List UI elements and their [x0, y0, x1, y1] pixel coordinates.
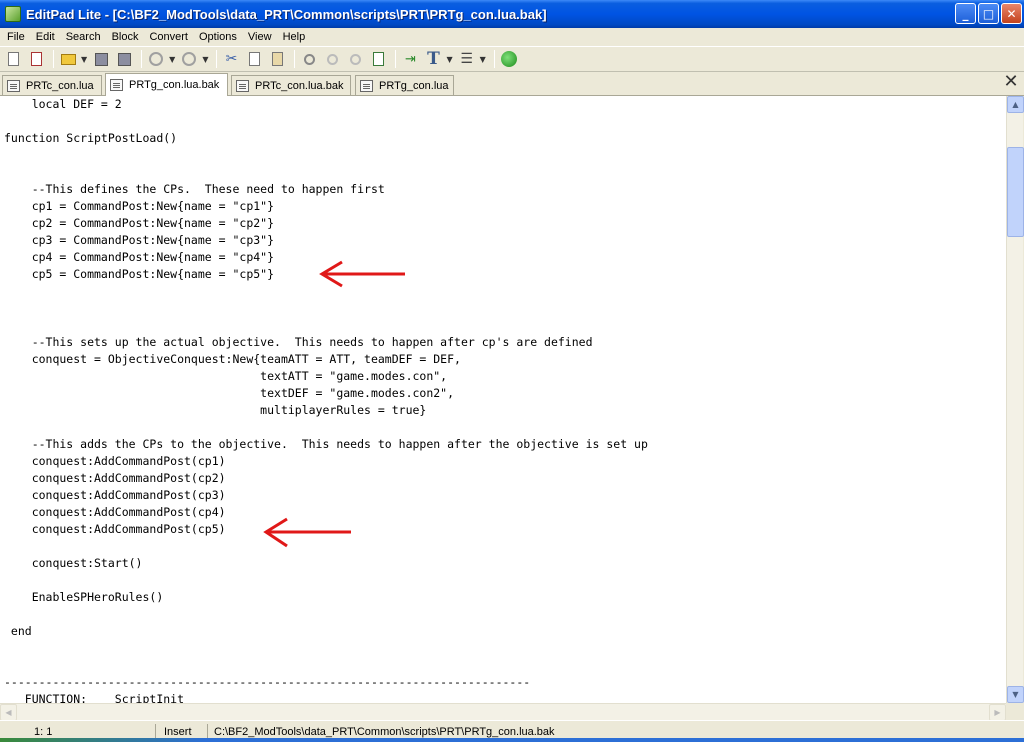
indent-icon[interactable]: ⇥: [400, 49, 420, 69]
annotation-layer: [263, 260, 405, 548]
toolbar-separator: [53, 50, 54, 68]
chevron-down-icon[interactable]: ▼: [202, 55, 208, 64]
document-icon: [236, 79, 249, 92]
close-file-icon[interactable]: [26, 49, 46, 69]
menu-help[interactable]: Help: [278, 31, 312, 43]
document-icon: [360, 79, 373, 92]
chevron-down-icon[interactable]: ▼: [169, 55, 175, 64]
menu-search[interactable]: Search: [61, 31, 107, 43]
replace-icon[interactable]: [368, 49, 388, 69]
scroll-up-button[interactable]: ▲: [1007, 96, 1024, 113]
menu-convert[interactable]: Convert: [144, 31, 194, 43]
toolbar-separator: [216, 50, 218, 68]
close-window-button[interactable]: ✕: [1001, 3, 1022, 24]
document-icon: [7, 79, 20, 92]
tab-label: PRTc_con.lua.bak: [255, 79, 344, 92]
toolbar-separator: [493, 50, 495, 68]
title-bar: EditPad Lite - [C:\BF2_ModTools\data_PRT…: [0, 0, 1024, 28]
toolbar-separator: [294, 50, 296, 68]
cut-icon[interactable]: ✂: [221, 49, 241, 69]
menu-options[interactable]: Options: [194, 31, 243, 43]
find-icon[interactable]: [299, 49, 319, 69]
redo-icon[interactable]: [179, 49, 199, 69]
tab-label: PRTc_con.lua: [26, 79, 94, 92]
menu-view[interactable]: View: [243, 31, 278, 43]
menu-edit[interactable]: Edit: [31, 31, 61, 43]
menu-block[interactable]: Block: [107, 31, 145, 43]
maximize-button[interactable]: □: [978, 3, 999, 24]
paste-icon[interactable]: [267, 49, 287, 69]
window-controls: _ □ ✕: [955, 3, 1022, 24]
block-icon[interactable]: ☰: [457, 49, 477, 69]
scrollbar-corner: [1006, 703, 1024, 720]
copy-icon[interactable]: [244, 49, 264, 69]
red-arrow-cp5-definition: [319, 260, 405, 288]
tab-prtc-con-lua-bak[interactable]: PRTc_con.lua.bak: [231, 75, 351, 95]
save-all-icon[interactable]: [114, 49, 134, 69]
taskbar-edge: [0, 738, 1024, 742]
document-icon: [110, 79, 123, 91]
tab-label: PRTg_con.lua: [379, 79, 449, 92]
horizontal-scrollbar[interactable]: ◀ ▶: [0, 703, 1006, 721]
find-prev-icon[interactable]: [345, 49, 365, 69]
new-file-icon[interactable]: [3, 49, 23, 69]
tab-prtg-con-lua[interactable]: PRTg_con.lua: [355, 75, 454, 95]
tab-label: PRTg_con.lua.bak: [129, 79, 220, 91]
scroll-left-button[interactable]: ◀: [0, 704, 17, 721]
scrollbar-thumb[interactable]: [1007, 147, 1024, 237]
web-icon[interactable]: [499, 49, 519, 69]
close-tab-icon[interactable]: ✕: [1002, 73, 1020, 91]
editpad-app-icon[interactable]: [5, 6, 21, 22]
toolbar: ▼ ▼ ▼ ✂ ⇥ T ▼ ☰ ▼: [0, 46, 1024, 72]
save-icon[interactable]: [91, 49, 111, 69]
font-icon[interactable]: T: [423, 49, 443, 69]
chevron-down-icon[interactable]: ▼: [81, 55, 87, 64]
toolbar-separator: [395, 50, 397, 68]
tab-bar: PRTc_con.lua PRTg_con.lua.bak PRTc_con.l…: [0, 72, 1024, 96]
red-arrow-cp5-addcommandpost: [263, 517, 351, 548]
chevron-down-icon[interactable]: ▼: [480, 55, 486, 64]
vertical-scrollbar[interactable]: ▲ ▼: [1006, 96, 1024, 703]
minimize-button[interactable]: _: [955, 3, 976, 24]
tab-prtg-con-lua-bak[interactable]: PRTg_con.lua.bak: [105, 73, 228, 96]
find-next-icon[interactable]: [322, 49, 342, 69]
window-title: EditPad Lite - [C:\BF2_ModTools\data_PRT…: [26, 6, 547, 22]
menu-file[interactable]: File: [2, 31, 31, 43]
menu-bar: File Edit Search Block Convert Options V…: [0, 28, 1024, 46]
chevron-down-icon[interactable]: ▼: [446, 55, 452, 64]
scroll-down-button[interactable]: ▼: [1007, 686, 1024, 703]
open-folder-icon[interactable]: [58, 49, 78, 69]
scroll-right-button[interactable]: ▶: [989, 704, 1006, 721]
tab-prtc-con-lua[interactable]: PRTc_con.lua: [2, 75, 102, 95]
code-editor[interactable]: local DEF = 2 function ScriptPostLoad() -…: [0, 96, 1006, 703]
undo-icon[interactable]: [146, 49, 166, 69]
toolbar-separator: [141, 50, 143, 68]
